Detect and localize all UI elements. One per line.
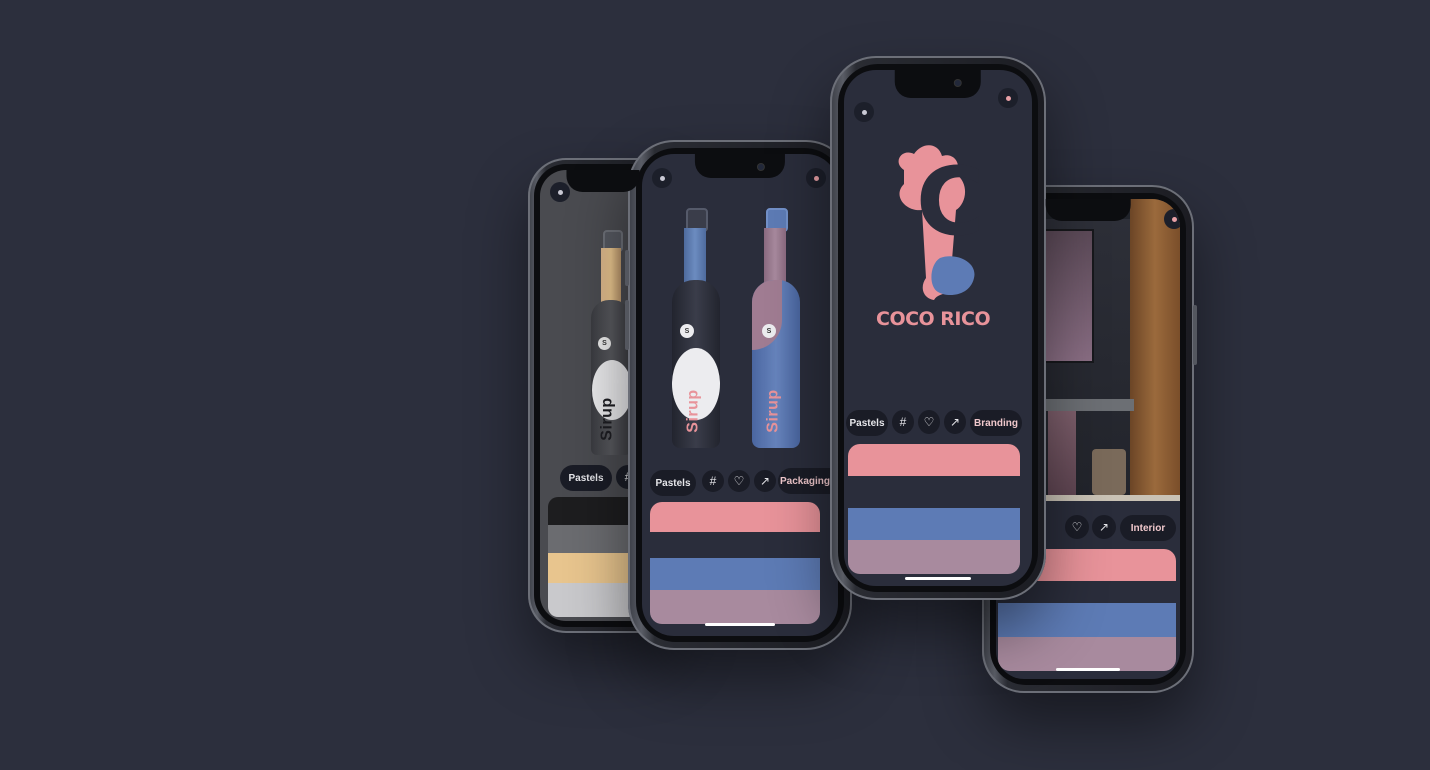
bottle-text: Sirup <box>598 397 616 441</box>
home-indicator[interactable] <box>705 623 775 626</box>
coco-rico-logo: C COCO RICO <box>876 140 992 340</box>
home-indicator[interactable] <box>905 577 971 580</box>
heart-icon[interactable]: ♡ <box>728 470 750 492</box>
palette-swatch-3 <box>848 508 1020 540</box>
palette-swatch-1 <box>650 502 820 532</box>
phone-mockup-3: C COCO RICO Pastels # ♡ ↗ Branding <box>830 56 1046 600</box>
palette-swatch-2 <box>650 532 820 558</box>
palette-swatch-4 <box>848 540 1020 574</box>
share-icon[interactable]: ↗ <box>754 470 776 492</box>
menu-button[interactable] <box>998 88 1018 108</box>
tag-chip-pastels[interactable]: Pastels <box>846 410 888 436</box>
profile-button[interactable] <box>652 168 672 188</box>
profile-button[interactable] <box>550 182 570 202</box>
category-chip-packaging[interactable]: Packaging <box>778 468 832 494</box>
heart-icon[interactable]: ♡ <box>1065 515 1089 539</box>
logo-letter: C <box>916 148 985 257</box>
blue-sirup-bottle: S Sirup <box>748 208 804 448</box>
share-icon[interactable]: ↗ <box>1092 515 1116 539</box>
phone-mockup-2: S Sirup S Sirup Pastels # ♡ ↗ Packaging <box>625 140 852 650</box>
phone-3-screen: C COCO RICO Pastels # ♡ ↗ Branding <box>844 70 1032 586</box>
bottle-text: Sirup <box>684 389 702 433</box>
bottle-badge: S <box>762 324 776 338</box>
palette-swatch-1 <box>848 444 1020 476</box>
menu-button[interactable] <box>806 168 826 188</box>
palette-swatch-4 <box>650 590 820 624</box>
home-indicator[interactable] <box>1056 668 1120 671</box>
bottle-text: Sirup <box>764 389 782 433</box>
share-icon[interactable]: ↗ <box>944 410 966 434</box>
bottle-badge: S <box>598 337 611 350</box>
palette-swatch-3 <box>998 603 1176 637</box>
category-chip-interior[interactable]: Interior <box>1120 515 1176 541</box>
tag-chip-pastels[interactable]: Pastels <box>650 470 696 496</box>
color-palette <box>650 502 820 624</box>
interior-photo <box>1042 199 1180 501</box>
palette-swatch-2 <box>848 476 1020 508</box>
phone-2-screen: S Sirup S Sirup Pastels # ♡ ↗ Packaging <box>642 154 838 636</box>
tag-chip-pastels[interactable]: Pastels <box>560 465 612 491</box>
brand-name: COCO RICO <box>876 308 991 330</box>
palette-swatch-4 <box>998 637 1176 671</box>
color-palette <box>848 444 1020 574</box>
profile-button[interactable] <box>854 102 874 122</box>
bottle-badge: S <box>680 324 694 338</box>
hashtag-button[interactable]: # <box>892 410 914 434</box>
palette-swatch-3 <box>650 558 820 590</box>
profile-button[interactable] <box>1164 209 1180 229</box>
hashtag-button[interactable]: # <box>702 470 724 492</box>
heart-icon[interactable]: ♡ <box>918 410 940 434</box>
dark-sirup-bottle: S Sirup <box>668 208 724 448</box>
category-chip-branding[interactable]: Branding <box>970 410 1022 436</box>
